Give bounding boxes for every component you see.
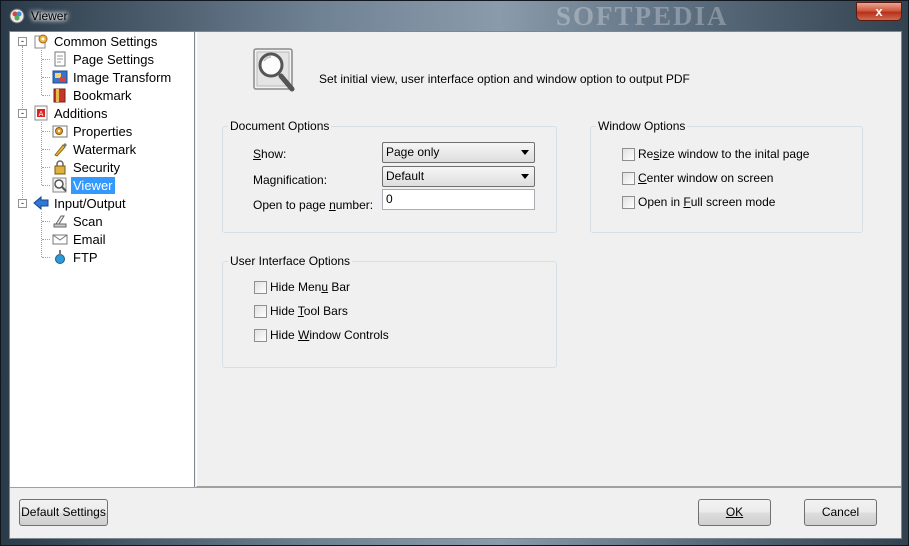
group-title: Window Options (596, 119, 688, 133)
chevron-down-icon (521, 174, 529, 179)
checkbox-box[interactable] (254, 305, 267, 318)
properties-icon (52, 125, 68, 138)
checkbox-box[interactable] (254, 281, 267, 294)
checkbox-label: Center window on screen (638, 171, 774, 185)
magnification-value: Default (386, 169, 425, 183)
tree-item-label: Input/Output (54, 196, 126, 211)
tree-item-label: Scan (73, 214, 103, 229)
tree-item-label: Additions (54, 106, 108, 121)
user-interface-options-group: User Interface Options Hide Menu Bar Hid… (222, 254, 557, 368)
collapse-toggle-input-output[interactable]: - (18, 199, 27, 208)
ok-button[interactable]: OK (698, 499, 771, 526)
tree-connector (42, 149, 50, 150)
email-icon (52, 234, 68, 245)
collapse-toggle-common-settings[interactable]: - (18, 37, 27, 46)
tree-connector (22, 46, 23, 208)
tree-connector (41, 50, 42, 95)
tree-item-label: Image Transform (73, 70, 172, 85)
tree-connector (42, 59, 50, 60)
input-output-icon (33, 195, 49, 211)
group-title: Document Options (228, 119, 332, 133)
show-label: Show: (253, 147, 287, 161)
image-transform-icon (52, 70, 68, 84)
show-dropdown[interactable]: Page only (382, 142, 535, 163)
settings-tree[interactable]: - - - Common Settings Page Settings Imag… (10, 32, 195, 487)
tree-connector (42, 185, 50, 186)
close-icon: x (875, 4, 883, 19)
tree-connector (42, 131, 50, 132)
default-settings-button[interactable]: Default Settings (19, 499, 108, 526)
tree-connector (41, 212, 42, 257)
magnification-label: Magnification: (253, 173, 328, 187)
svg-text:A: A (39, 110, 44, 118)
viewer-window: Viewer SOFTPEDIA x - - - Common Settings… (0, 0, 909, 546)
checkbox-label: Open in Full screen mode (638, 195, 776, 209)
checkbox-box[interactable] (622, 172, 635, 185)
scan-icon (53, 215, 67, 228)
tree-item-label: Bookmark (73, 88, 132, 103)
cancel-button[interactable]: Cancel (804, 499, 877, 526)
tree-connector (42, 221, 50, 222)
tree-connector (42, 167, 50, 168)
checkbox-label: Resize window to the inital page (638, 147, 810, 161)
tree-item-label: Properties (73, 124, 133, 139)
ftp-icon (55, 250, 65, 264)
checkbox-box[interactable] (254, 329, 267, 342)
tree-connector (42, 257, 50, 258)
page-settings-icon (54, 51, 66, 67)
settings-icon (34, 34, 48, 49)
checkbox-box[interactable] (622, 196, 635, 209)
tree-item-label: Page Settings (73, 52, 154, 67)
checkbox-box[interactable] (622, 148, 635, 161)
security-icon (54, 160, 66, 175)
chevron-down-icon (521, 150, 529, 155)
bookmark-icon (53, 88, 66, 103)
window-title: Viewer (31, 9, 68, 23)
show-value: Page only (386, 145, 440, 159)
separator (10, 487, 901, 488)
title-bar[interactable]: Viewer SOFTPEDIA x (1, 1, 908, 31)
magnifier-icon (253, 48, 295, 92)
softpedia-watermark: SOFTPEDIA (556, 1, 729, 31)
checkbox-label: Hide Tool Bars (270, 304, 348, 318)
header-description: Set initial view, user interface option … (319, 72, 690, 86)
pdf-icon: A (34, 105, 48, 121)
watermark-icon (54, 143, 67, 157)
app-icon (9, 8, 25, 24)
tree-item-label: Viewer (71, 177, 115, 194)
tree-item-label: Security (73, 160, 120, 175)
tree-item-label: FTP (73, 250, 98, 265)
tree-item-label: Common Settings (54, 34, 158, 49)
group-title: User Interface Options (228, 254, 353, 268)
open-page-value: 0 (386, 192, 393, 206)
window-options-group: Window Options Resize window to the init… (590, 119, 863, 233)
magnification-dropdown[interactable]: Default (382, 166, 535, 187)
tree-item-label: Email (73, 232, 106, 247)
tree-connector (42, 239, 50, 240)
document-options-group: Document Options Show: Page only Magnifi… (222, 119, 557, 233)
viewer-icon (52, 177, 67, 193)
checkbox-label: Hide Menu Bar (270, 280, 351, 294)
checkbox-label: Hide Window Controls (270, 328, 389, 342)
collapse-toggle-additions[interactable]: - (18, 109, 27, 118)
close-button[interactable]: x (856, 2, 902, 21)
tree-item-label: Watermark (73, 142, 137, 157)
tree-connector (42, 77, 50, 78)
open-page-number-input[interactable]: 0 (382, 189, 535, 210)
ok-label: OK (725, 505, 744, 519)
open-page-label: Open to page number: (253, 198, 374, 212)
tree-connector (42, 95, 50, 96)
dialog-client: - - - Common Settings Page Settings Imag… (9, 31, 902, 539)
viewer-settings-panel: Set initial view, user interface option … (196, 32, 901, 487)
